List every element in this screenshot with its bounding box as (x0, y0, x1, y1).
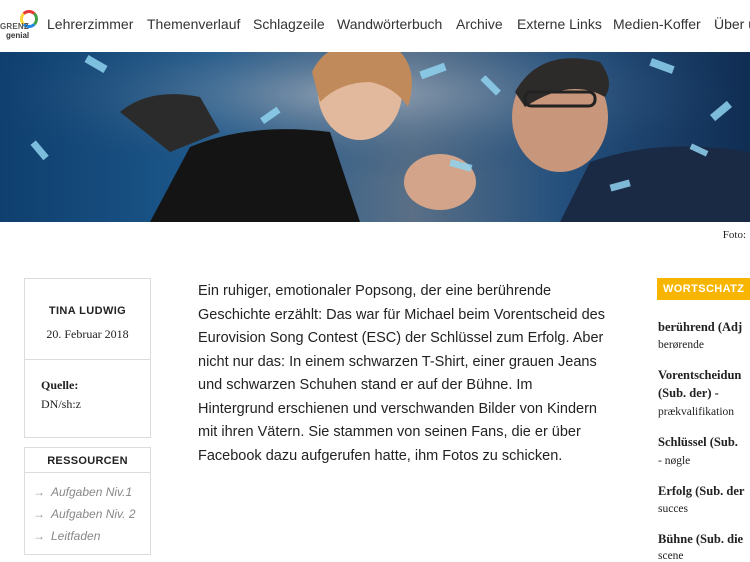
nav-item-lehrerzimmer[interactable]: Lehrerzimmer (47, 16, 133, 32)
vocab-title: WORTSCHATZ (657, 278, 750, 300)
nav-item-archive[interactable]: Archive (456, 16, 503, 32)
vocab-translation: scene (658, 550, 684, 562)
resource-link-label: Aufgaben Niv. 2 (51, 507, 136, 521)
vocab-term: Bühne (Sub. die (658, 532, 744, 546)
resources-title: RESSOURCEN (47, 455, 128, 467)
site-logo[interactable]: GRENZ genial (0, 10, 42, 42)
hero-image (0, 52, 750, 222)
source-label: Quelle: (41, 378, 79, 392)
arrow-right-icon: → (33, 507, 45, 521)
resources-divider (25, 472, 150, 473)
logo-text-top: GRENZ (0, 22, 29, 31)
vocab-term: Schlüssel (Sub. (658, 435, 738, 449)
resources-box: RESSOURCEN → Aufgaben Niv.1 → Aufgaben Niv… (24, 447, 151, 555)
vocab-term-continued: (Sub. der) - (658, 386, 719, 400)
resource-link-aufgaben-niv2[interactable]: → Aufgaben Niv. 2 (33, 507, 136, 521)
publish-date: 20. Februar 2018 (46, 327, 129, 341)
resource-link-label: Leitfaden (51, 529, 101, 543)
nav-item-medien-koffer[interactable]: Medien-Koffer (613, 16, 701, 32)
vocab-translation: - nøgle (658, 455, 691, 467)
vocab-translation: berørende (658, 339, 704, 351)
logo-text-bottom: genial (6, 31, 30, 40)
resource-link-aufgaben-niv1[interactable]: → Aufgaben Niv.1 (33, 485, 132, 499)
arrow-right-icon: → (33, 529, 45, 543)
top-navigation: GRENZ genial Lehrerzimmer Themenverlauf … (0, 0, 750, 52)
vocab-translation: succes (658, 503, 689, 515)
nav-item-externe-links[interactable]: Externe Links (517, 16, 602, 32)
nav-item-wandwoerterbuch[interactable]: Wandwörterbuch (337, 16, 442, 32)
nav-item-schlagzeile[interactable]: Schlagzeile (253, 16, 325, 32)
vocab-term: Erfolg (Sub. der (658, 484, 745, 498)
source-value: DN/sh:z (41, 397, 81, 411)
resource-link-leitfaden[interactable]: → Leitfaden (33, 529, 100, 543)
hero-photo-illustration (0, 52, 750, 222)
photo-credit: Foto: (722, 229, 746, 241)
author-name[interactable]: TINA LUDWIG (25, 305, 150, 317)
article-body: Ein ruhiger, emotionaler Popsong, der ei… (198, 283, 605, 464)
vocab-translation: prækvalifikation (658, 406, 735, 418)
nav-item-ueber-uns[interactable]: Über u (714, 16, 750, 32)
article-meta-box: TINA LUDWIG 20. Februar 2018 Quelle: DN/… (24, 278, 151, 438)
vocab-term: Vorentscheidun (658, 368, 742, 382)
nav-item-themenverlauf[interactable]: Themenverlauf (147, 16, 240, 32)
resource-link-label: Aufgaben Niv.1 (51, 485, 133, 499)
arrow-right-icon: → (33, 485, 45, 499)
vocab-term: berührend (Adj (658, 320, 743, 334)
meta-divider (25, 359, 150, 360)
